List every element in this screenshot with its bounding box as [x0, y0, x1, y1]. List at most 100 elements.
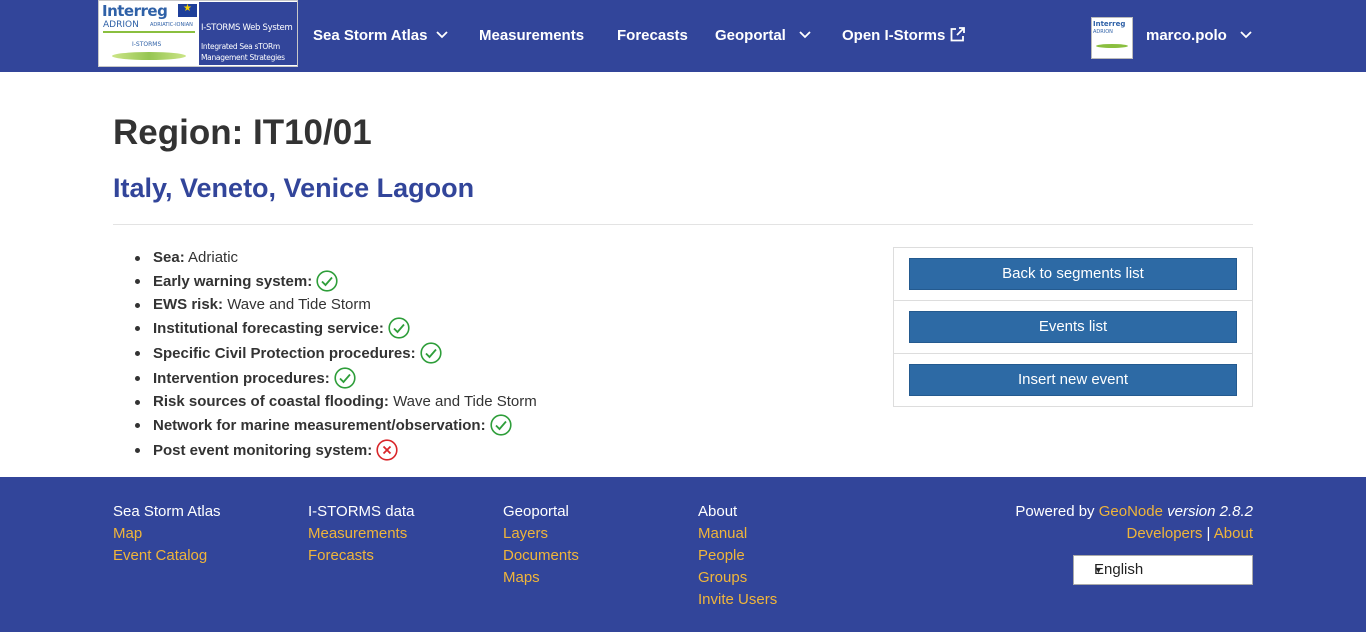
property-label: EWS risk: — [153, 296, 224, 313]
chevron-down-icon[interactable] — [1238, 27, 1254, 43]
property-intervention: Intervention procedures: — [135, 366, 537, 391]
property-label: Institutional forecasting service: — [153, 320, 384, 337]
panel-row: Back to segments list — [894, 248, 1252, 301]
back-to-segments-button[interactable]: Back to segments list — [909, 258, 1237, 290]
nav-geoportal[interactable]: Geoportal — [715, 25, 786, 47]
property-value: Wave and Tide Storm — [393, 393, 537, 410]
footer-link-maps[interactable]: Maps — [503, 567, 579, 589]
logo-system-line3: Management Strategies — [201, 53, 285, 62]
interreg-logo: Interreg ADRION ADRIATIC-IONIAN I-STORMS — [100, 2, 198, 65]
logo-system-line1: I-STORMS Web System — [201, 23, 293, 33]
logo-divider — [103, 31, 195, 33]
external-link-icon[interactable] — [949, 26, 965, 42]
geonode-link[interactable]: GeoNode — [1099, 503, 1163, 520]
bullet-icon — [135, 326, 140, 331]
events-list-button[interactable]: Events list — [909, 311, 1237, 343]
property-early-warning: Early warning system: — [135, 269, 537, 294]
cross-circle-icon — [376, 439, 398, 461]
bullet-icon — [135, 448, 140, 453]
bullet-icon — [135, 279, 140, 284]
site-logo[interactable]: Interreg ADRION ADRIATIC-IONIAN I-STORMS… — [98, 0, 298, 67]
property-label: Intervention procedures: — [153, 370, 330, 387]
property-post-event-monitoring: Post event monitoring system: — [135, 438, 537, 463]
actions-panel: Back to segments list Events list Insert… — [893, 247, 1253, 407]
istorms-logo: I-STORMS Web System Integrated Sea sTORm… — [199, 2, 297, 65]
footer-link-map[interactable]: Map — [113, 523, 221, 545]
footer-link-layers[interactable]: Layers — [503, 523, 579, 545]
chevron-down-icon[interactable] — [434, 27, 450, 43]
divider — [113, 224, 1253, 225]
insert-new-event-button[interactable]: Insert new event — [909, 364, 1237, 396]
bullet-icon — [135, 423, 140, 428]
footer-heading: Geoportal — [503, 503, 569, 520]
caret-down-icon: ▼ — [1094, 565, 1103, 575]
chevron-down-icon[interactable] — [797, 27, 813, 43]
interreg-text: Interreg — [102, 2, 168, 20]
footer: Sea Storm Atlas Map Event Catalog I-STOR… — [0, 477, 1366, 632]
nav-open-istorms[interactable]: Open I-Storms — [842, 25, 945, 47]
check-circle-icon — [489, 414, 512, 436]
footer-heading: About — [698, 503, 738, 520]
bullet-icon — [135, 303, 140, 308]
wave-icon — [112, 52, 186, 60]
footer-link-forecasts[interactable]: Forecasts — [308, 545, 414, 567]
footer-heading: Sea Storm Atlas — [113, 503, 221, 520]
avatar-adrion-text: ADRION — [1093, 29, 1113, 35]
footer-column-atlas: Sea Storm Atlas Map Event Catalog — [113, 501, 221, 567]
property-sea: Sea: Adriatic — [135, 247, 537, 269]
property-forecasting-service: Institutional forecasting service: — [135, 316, 537, 341]
property-ews-risk: EWS risk: Wave and Tide Storm — [135, 294, 537, 316]
property-civil-protection: Specific Civil Protection procedures: — [135, 341, 537, 366]
istorms-small-text: I-STORMS — [132, 41, 162, 48]
property-value: Adriatic — [188, 249, 239, 266]
check-circle-icon — [316, 270, 338, 292]
user-menu-name[interactable]: marco.polo — [1146, 25, 1227, 47]
check-circle-icon — [388, 317, 410, 339]
panel-row: Events list — [894, 301, 1252, 354]
footer-column-about: About Manual People Groups Invite Users — [698, 501, 777, 611]
nav-sea-storm-atlas[interactable]: Sea Storm Atlas — [313, 25, 428, 47]
eu-flag-icon — [178, 3, 197, 17]
link-separator: | — [1206, 525, 1211, 542]
property-label: Risk sources of coastal flooding: — [153, 393, 389, 410]
footer-heading: I-STORMS data — [308, 503, 415, 520]
footer-link-measurements[interactable]: Measurements — [308, 523, 414, 545]
bullet-icon — [135, 351, 140, 356]
user-avatar[interactable]: Interreg ADRION — [1091, 17, 1133, 59]
property-label: Post event monitoring system: — [153, 442, 373, 459]
check-circle-icon — [419, 342, 442, 364]
page-title: Region: IT10/01 — [113, 113, 372, 152]
property-label: Specific Civil Protection procedures: — [153, 345, 416, 362]
property-marine-network: Network for marine measurement/observati… — [135, 413, 537, 438]
avatar-wave-icon — [1096, 44, 1128, 48]
nav-forecasts[interactable]: Forecasts — [617, 25, 688, 47]
footer-column-data: I-STORMS data Measurements Forecasts — [308, 501, 414, 567]
bullet-icon — [135, 376, 140, 381]
adriatic-ionian-text: ADRIATIC-IONIAN — [150, 22, 193, 28]
property-risk-sources: Risk sources of coastal flooding: Wave a… — [135, 391, 537, 413]
developers-link[interactable]: Developers — [1127, 525, 1203, 542]
version-text: version 2.8.2 — [1167, 503, 1253, 520]
property-label: Sea: — [153, 249, 185, 266]
footer-link-manual[interactable]: Manual — [698, 523, 777, 545]
footer-link-people[interactable]: People — [698, 545, 777, 567]
region-properties-list: Sea: Adriatic Early warning system: EWS … — [135, 247, 537, 463]
about-link[interactable]: About — [1214, 525, 1253, 542]
top-navbar: Interreg ADRION ADRIATIC-IONIAN I-STORMS… — [0, 0, 1366, 72]
footer-link-groups[interactable]: Groups — [698, 567, 777, 589]
footer-link-documents[interactable]: Documents — [503, 545, 579, 567]
footer-column-geoportal: Geoportal Layers Documents Maps — [503, 501, 579, 589]
logo-system-line2: Integrated Sea sTORm — [201, 42, 280, 51]
nav-measurements[interactable]: Measurements — [479, 25, 584, 47]
footer-link-event-catalog[interactable]: Event Catalog — [113, 545, 221, 567]
language-select[interactable]: English ▼ — [1073, 555, 1253, 585]
avatar-interreg-text: Interreg — [1093, 20, 1126, 28]
bullet-icon — [135, 400, 140, 405]
panel-row: Insert new event — [894, 354, 1252, 407]
powered-by: Powered by GeoNode version 2.8.2 — [1015, 501, 1253, 523]
bullet-icon — [135, 256, 140, 261]
adrion-text: ADRION — [103, 20, 139, 30]
property-label: Early warning system: — [153, 273, 313, 290]
footer-link-invite-users[interactable]: Invite Users — [698, 589, 777, 611]
property-value: Wave and Tide Storm — [227, 296, 371, 313]
